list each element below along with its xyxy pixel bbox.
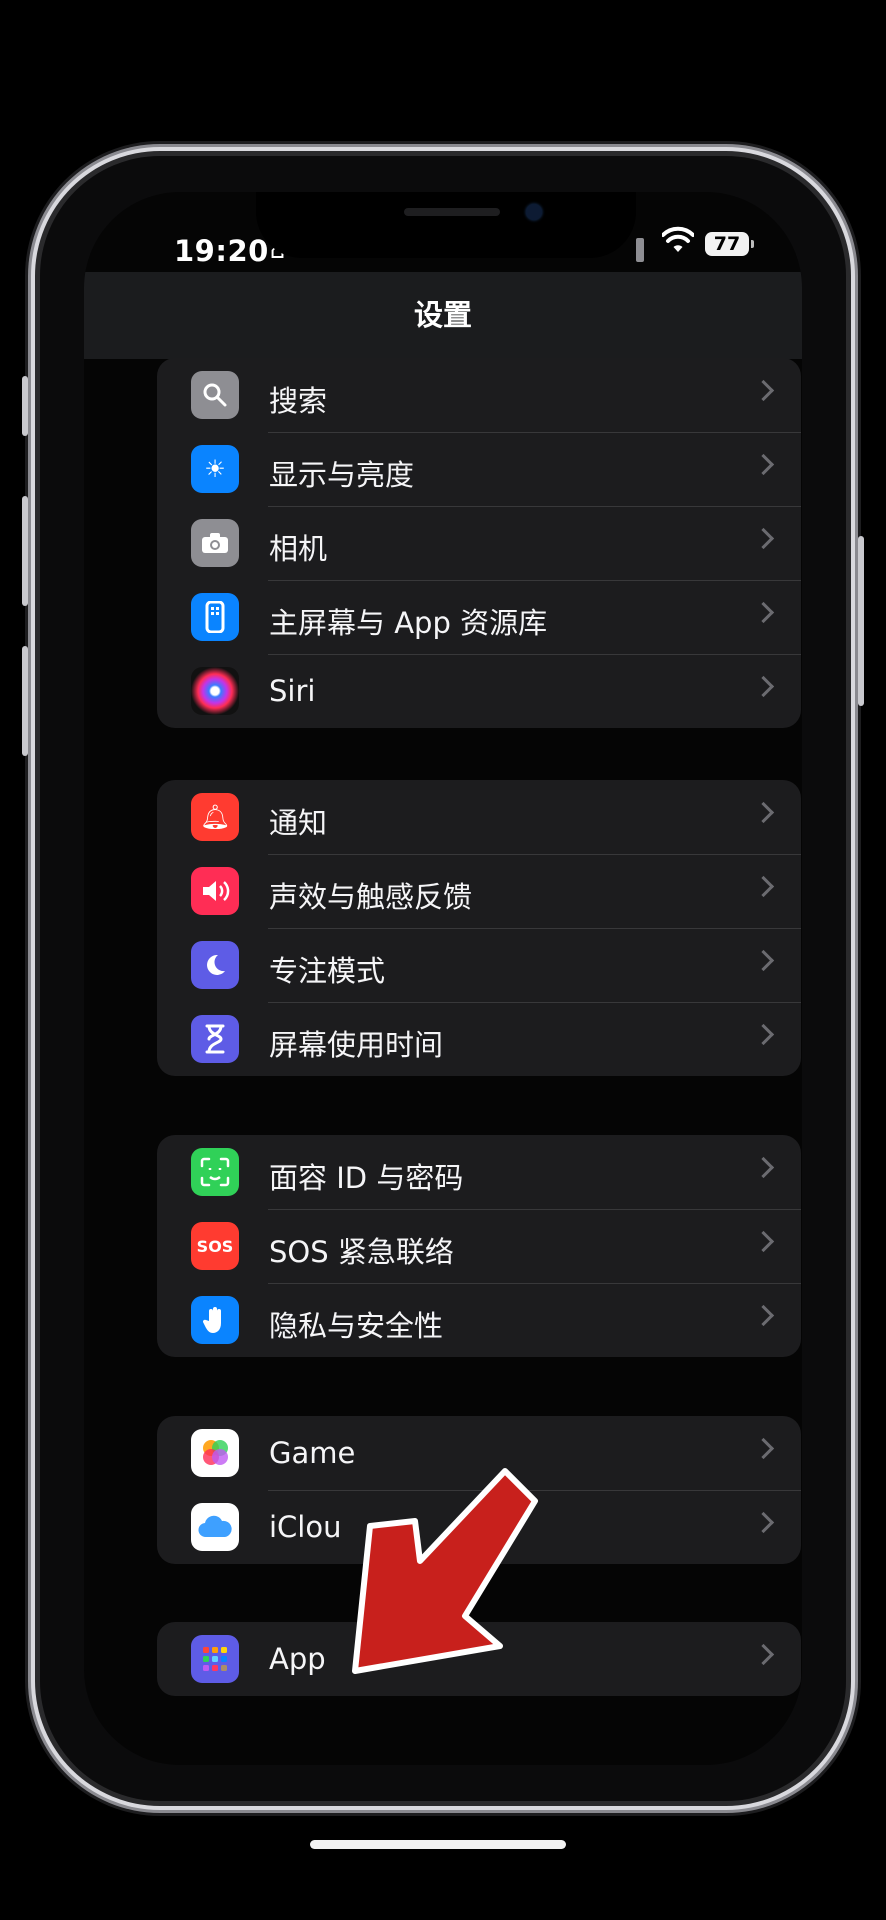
chevron-right-icon (752, 1643, 775, 1666)
annotation-arrow-icon (352, 1468, 538, 1674)
row-label: 面容 ID 与密码 (269, 1161, 464, 1195)
search-icon (191, 371, 239, 419)
settings-row-screen-time[interactable]: 屏幕使用时间 (157, 1002, 801, 1076)
hand-icon (191, 1296, 239, 1344)
chevron-right-icon (752, 379, 775, 402)
settings-row-search[interactable]: 搜索 (157, 358, 801, 432)
row-label: 隐私与安全性 (269, 1309, 444, 1343)
app-grid-icon (191, 1635, 239, 1683)
bell-icon: 🔔︎ (191, 793, 239, 841)
cellular-signal-icon (636, 238, 644, 262)
earpiece (404, 208, 500, 216)
row-label: iClou (269, 1510, 342, 1544)
row-label: Game (269, 1436, 356, 1470)
chevron-right-icon (752, 675, 775, 698)
chevron-right-icon (752, 801, 775, 824)
brightness-icon: ☀ (191, 445, 239, 493)
row-label: 通知 (269, 806, 328, 840)
settings-group-security: 面容 ID 与密码 SOS SOS 紧急联络 隐私与安全性 (157, 1135, 801, 1357)
chevron-right-icon (752, 1230, 775, 1253)
battery-icon: 77 (705, 232, 754, 256)
speaker-icon (191, 867, 239, 915)
settings-row-focus[interactable]: 专注模式 (157, 928, 801, 1002)
chevron-right-icon (752, 1437, 775, 1460)
settings-group-general: 搜索 ☀ 显示与亮度 相机 主屏幕与 App 资源库 Siri (157, 358, 801, 728)
chevron-right-icon (752, 1156, 775, 1179)
settings-row-notifications[interactable]: 🔔︎ 通知 (157, 780, 801, 854)
row-label: 专注模式 (269, 954, 386, 988)
row-label: 声效与触感反馈 (269, 880, 473, 914)
chevron-right-icon (752, 1511, 775, 1534)
volume-up-button (22, 496, 28, 606)
icloud-icon (191, 1503, 239, 1551)
chevron-right-icon (752, 601, 775, 624)
settings-group-attention: 🔔︎ 通知 声效与触感反馈 专注模式 屏幕使用时间 (157, 780, 801, 1076)
settings-row-siri[interactable]: Siri (157, 654, 801, 728)
settings-row-display[interactable]: ☀ 显示与亮度 (157, 432, 801, 506)
status-bar: 19:20 ⌂ 77 (84, 192, 802, 272)
settings-row-face-id[interactable]: 面容 ID 与密码 (157, 1135, 801, 1209)
navigation-bar: 设置 (84, 272, 802, 359)
chevron-right-icon (752, 453, 775, 476)
face-id-icon (191, 1148, 239, 1196)
chevron-right-icon (752, 1023, 775, 1046)
front-camera (526, 204, 542, 220)
notch (256, 192, 636, 258)
status-time: 19:20 (174, 234, 269, 268)
settings-row-emergency-sos[interactable]: SOS SOS 紧急联络 (157, 1209, 801, 1283)
row-label: App (269, 1642, 326, 1676)
ringer-switch (22, 376, 28, 436)
volume-down-button (22, 646, 28, 756)
home-screen-icon (191, 593, 239, 641)
row-label: 屏幕使用时间 (269, 1028, 444, 1062)
row-label: 显示与亮度 (269, 458, 415, 492)
chevron-right-icon (752, 1304, 775, 1327)
row-label: 相机 (269, 532, 328, 566)
row-label: SOS 紧急联络 (269, 1235, 454, 1269)
chevron-right-icon (752, 875, 775, 898)
game-center-icon (191, 1429, 239, 1477)
moon-icon (191, 941, 239, 989)
hourglass-icon (191, 1015, 239, 1063)
settings-row-home-screen[interactable]: 主屏幕与 App 资源库 (157, 580, 801, 654)
home-indicator[interactable] (310, 1840, 566, 1849)
settings-row-camera[interactable]: 相机 (157, 506, 801, 580)
page-title: 设置 (413, 298, 472, 332)
wifi-icon (662, 226, 694, 252)
settings-row-sounds[interactable]: 声效与触感反馈 (157, 854, 801, 928)
camera-icon (191, 519, 239, 567)
row-label: 搜索 (269, 384, 328, 418)
sos-icon: SOS (191, 1222, 239, 1270)
phone-frame: 19:20 ⌂ 77 设置 搜索 (22, 156, 864, 1849)
chevron-right-icon (752, 949, 775, 972)
power-button (858, 536, 864, 706)
chevron-right-icon (752, 527, 775, 550)
siri-icon (191, 667, 239, 715)
settings-row-privacy[interactable]: 隐私与安全性 (157, 1283, 801, 1357)
row-label: 主屏幕与 App 资源库 (269, 606, 548, 640)
row-label: Siri (269, 674, 316, 708)
